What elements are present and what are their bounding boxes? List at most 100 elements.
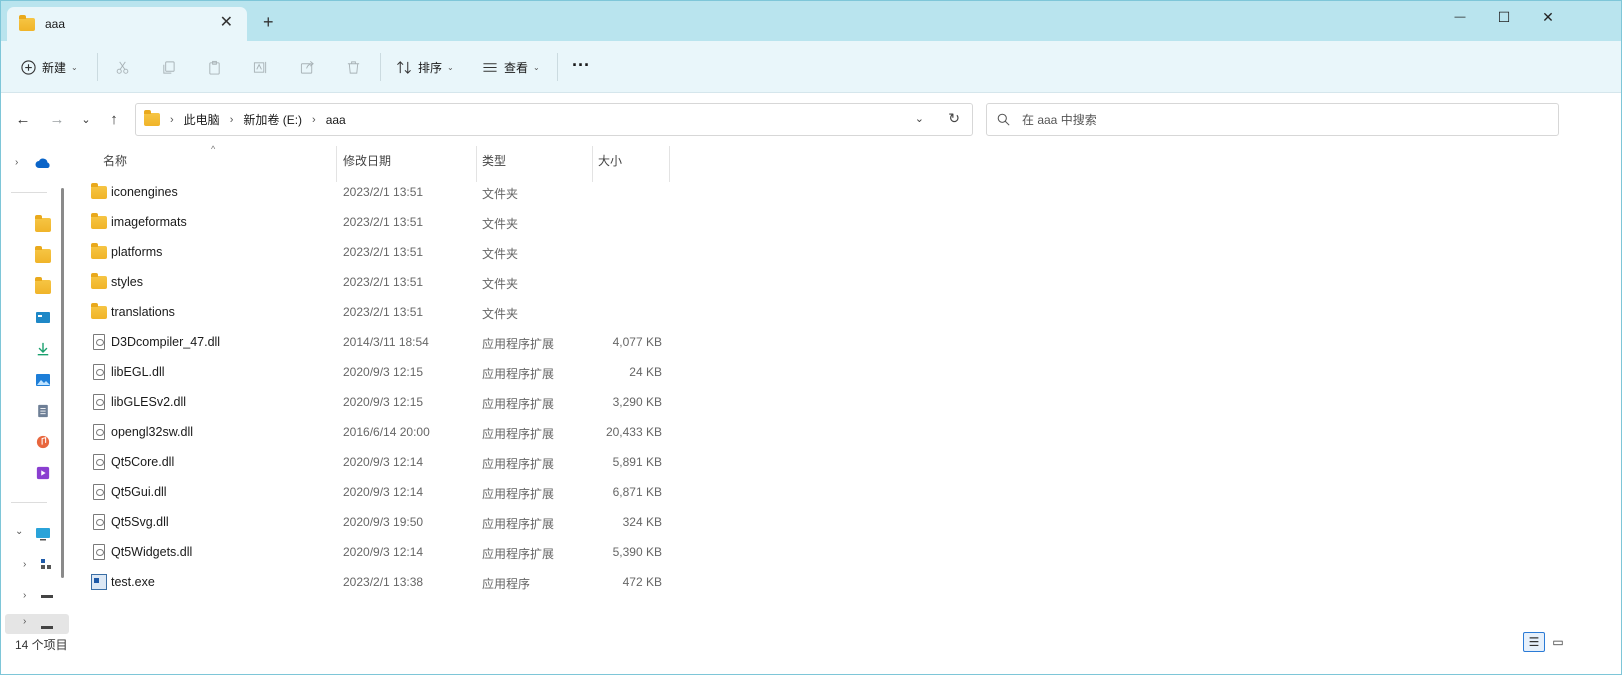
nav-item-selected-drive[interactable]: › [5,614,69,634]
file-row[interactable]: Qt5Svg.dll 2020/9/3 19:50 应用程序扩展 324 KB [87,507,667,537]
nav-scrollbar[interactable] [61,188,64,578]
nav-item-pictures[interactable] [1,368,67,394]
forward-button[interactable]: → [47,109,67,129]
breadcrumb-this-pc[interactable]: 此电脑 [184,111,220,128]
file-name: platforms [111,245,163,259]
dll-file-icon [93,424,105,440]
view-button[interactable]: 查看 ⌄ [482,55,540,79]
file-row[interactable]: imageformats 2023/2/1 13:51 文件夹 [87,207,667,237]
file-row[interactable]: Qt5Gui.dll 2020/9/3 12:14 应用程序扩展 6,871 KB [87,477,667,507]
file-type: 文件夹 [482,187,519,201]
file-name: test.exe [111,575,155,589]
search-input[interactable] [1022,112,1522,127]
search-icon [997,113,1010,126]
nav-item-quick-folder-2[interactable] [1,244,67,270]
details-view-button[interactable]: ☰ [1523,632,1545,652]
rename-button[interactable] [253,55,268,79]
breadcrumb-separator: › [229,113,234,126]
folder-icon [91,303,107,319]
nav-item-network[interactable]: › [1,553,67,579]
title-bar: aaa ✕ + — ☐ ✕ [1,1,1621,41]
file-row[interactable]: libGLESv2.dll 2020/9/3 12:15 应用程序扩展 3,290 K… [87,387,667,417]
maximize-button[interactable]: ☐ [1481,1,1527,33]
file-row[interactable]: styles 2023/2/1 13:51 文件夹 [87,267,667,297]
chevron-down-icon: ⌄ [71,62,78,72]
tiles-view-button[interactable]: ▭ [1547,632,1569,652]
sort-button[interactable]: 排序 ⌄ [396,55,454,79]
file-modified-date: 2014/3/11 18:54 [343,335,429,349]
minimize-button[interactable]: — [1437,1,1483,33]
nav-item-music[interactable] [1,430,67,456]
tab-close-icon[interactable]: ✕ [220,15,233,31]
nav-item-this-pc[interactable]: ⌄ [1,522,67,548]
file-row[interactable]: platforms 2023/2/1 13:51 文件夹 [87,237,667,267]
nav-item-videos[interactable] [1,461,67,487]
dll-file-icon [93,394,105,410]
file-row[interactable]: opengl32sw.dll 2016/6/14 20:00 应用程序扩展 20,43… [87,417,667,447]
file-type: 文件夹 [482,217,519,231]
share-button[interactable] [300,55,315,79]
file-row[interactable]: Qt5Widgets.dll 2020/9/3 12:14 应用程序扩展 5,390 … [87,537,667,567]
breadcrumb-drive-e[interactable]: 新加卷 (E:) [243,111,302,128]
cut-button[interactable] [115,55,130,79]
address-row: ← → ⌄ ↑ › 此电脑 › 新加卷 (E:) › aaa ⌄ ↻ [1,93,1621,145]
file-name: opengl32sw.dll [111,425,194,439]
file-row[interactable]: D3Dcompiler_47.dll 2014/3/11 18:54 应用程序扩展 4… [87,327,667,357]
arrow-up-icon: ↑ [110,110,118,128]
navigation-pane: › ⌄ › › › [1,146,71,634]
file-row[interactable]: translations 2023/2/1 13:51 文件夹 [87,297,667,327]
search-box[interactable] [986,103,1559,136]
column-header-size[interactable]: 大小 [598,146,622,174]
nav-item-onedrive[interactable]: › [1,151,67,177]
tab-aaa[interactable]: aaa ✕ [7,7,247,41]
back-button[interactable]: ← [13,109,33,129]
up-button[interactable]: ↑ [104,109,124,129]
drive-icon [41,626,53,629]
paste-button[interactable] [207,55,222,79]
delete-button[interactable] [346,55,361,79]
address-bar[interactable]: › 此电脑 › 新加卷 (E:) › aaa ⌄ ↻ [135,103,973,136]
nav-item-documents[interactable] [1,399,67,425]
nav-item-drive-1[interactable]: › [1,584,67,610]
file-type: 应用程序扩展 [482,457,555,471]
recent-locations-button[interactable]: ⌄ [76,109,96,129]
file-modified-date: 2023/2/1 13:51 [343,305,424,319]
file-type: 应用程序扩展 [482,517,555,531]
column-divider[interactable] [669,146,670,182]
file-size: 6,871 KB [612,485,662,499]
nav-item-desktop[interactable] [1,306,67,332]
new-tab-button[interactable]: + [263,13,274,31]
onedrive-icon [35,158,50,168]
nav-item-quick-folder-1[interactable] [1,213,67,239]
file-name: libEGL.dll [111,365,165,379]
folder-icon [91,183,107,199]
file-row[interactable]: libEGL.dll 2020/9/3 12:15 应用程序扩展 24 KB [87,357,667,387]
column-header-date[interactable]: 修改日期 [343,146,391,174]
nav-item-downloads[interactable] [1,337,67,363]
file-name: Qt5Widgets.dll [111,545,193,559]
close-button[interactable]: ✕ [1525,1,1571,33]
copy-button[interactable] [161,55,176,79]
address-dropdown-icon[interactable]: ⌄ [915,112,924,125]
breadcrumb-aaa[interactable]: aaa [326,113,346,127]
file-type: 文件夹 [482,307,519,321]
share-icon [300,60,314,74]
column-type-label: 类型 [482,153,507,168]
file-name: libGLESv2.dll [111,395,187,409]
more-options-button[interactable]: ··· [572,53,590,77]
file-row[interactable]: test.exe 2023/2/1 13:38 应用程序 472 KB [87,567,667,597]
new-button[interactable]: 新建 ⌄ [21,55,78,79]
file-row[interactable]: iconengines 2023/2/1 13:51 文件夹 [87,177,667,207]
nav-item-quick-folder-3[interactable] [1,275,67,301]
tab-title: aaa [45,17,66,31]
folder-icon [91,273,107,289]
rename-icon [253,61,267,73]
folder-icon [35,246,51,263]
column-header-name[interactable]: 名称 [103,146,127,174]
details-view-icon: ☰ [1528,635,1540,649]
chevron-down-icon: ⌄ [533,62,540,72]
file-row[interactable]: Qt5Core.dll 2020/9/3 12:14 应用程序扩展 5,891 KB [87,447,667,477]
desktop-icon [36,312,50,323]
refresh-icon[interactable]: ↻ [948,110,960,127]
column-header-type[interactable]: 类型 [482,146,506,174]
